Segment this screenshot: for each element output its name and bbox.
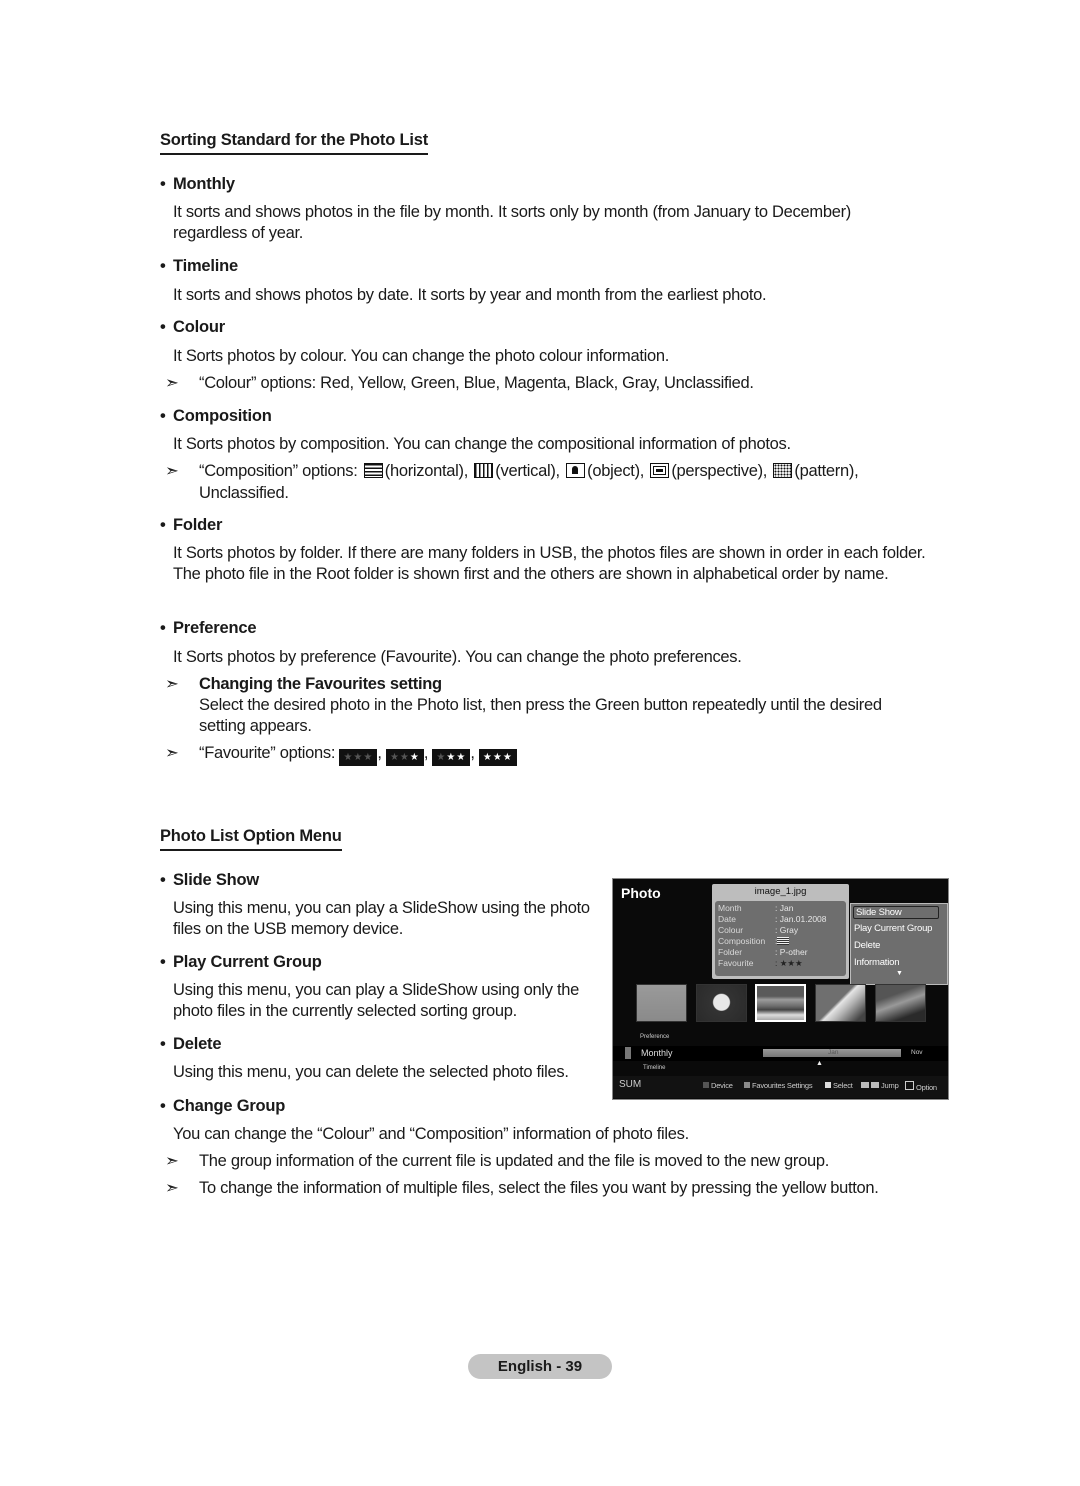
star-icon: ★ <box>492 752 503 763</box>
page-number: English - 39 <box>468 1354 612 1379</box>
bullet-play-current-group: • Play Current Group <box>160 953 322 971</box>
sort-previous[interactable]: Preference <box>640 1034 669 1040</box>
thumbnail-seascape[interactable] <box>755 984 806 1022</box>
desc-slide-show: Using this menu, you can play a SlideSho… <box>173 899 590 938</box>
info-row-colour: Colour: Gray <box>718 925 799 935</box>
bullet-monthly: • Monthly <box>160 175 235 193</box>
desc-change-group: You can change the “Colour” and “Composi… <box>173 1125 689 1143</box>
timeline-end: Nov <box>911 1049 923 1056</box>
vertical-composition-icon <box>474 463 494 478</box>
star-icon: ★ <box>436 752 447 763</box>
section-title-option-menu: Photo List Option Menu <box>160 827 342 851</box>
yellow-key-icon <box>825 1082 831 1088</box>
sort-mode-icon <box>625 1047 631 1059</box>
tv-footer: SUM Device Favourites Settings Select Ju… <box>613 1076 948 1098</box>
bullet-preference: • Preference <box>160 619 257 637</box>
desc-monthly: It sorts and shows photos in the file by… <box>173 203 851 242</box>
info-row-date: Date: Jan.01.2008 <box>718 914 827 924</box>
star-icon: ★ <box>446 752 457 763</box>
bullet-change-group: • Change Group <box>160 1097 286 1115</box>
star-icon: ★ <box>389 752 400 763</box>
star-icon: ★ <box>363 752 374 763</box>
option-information[interactable]: Information <box>854 957 900 968</box>
arrow-icon: ➣ <box>165 675 179 693</box>
info-row-month: Month: Jan <box>718 903 794 913</box>
thumbnail-sheep[interactable] <box>636 984 687 1022</box>
desc-preference: It Sorts photos by preference (Favourite… <box>173 648 742 666</box>
bullet-slide-show: • Slide Show <box>160 871 260 889</box>
thumbnail-palm-tree[interactable] <box>875 984 926 1022</box>
key-option[interactable]: Option <box>905 1081 937 1092</box>
desc-folder: It Sorts photos by folder. If there are … <box>173 544 926 583</box>
file-info-panel: image_1.jpg Month: Jan Date: Jan.01.2008… <box>712 884 849 979</box>
thumbnail-mountain[interactable] <box>815 984 866 1022</box>
arrow-icon: ➣ <box>165 374 179 392</box>
bullet-delete: • Delete <box>160 1035 222 1053</box>
desc-timeline: It sorts and shows photos by date. It so… <box>173 286 767 304</box>
file-name: image_1.jpg <box>754 886 807 897</box>
option-slide-show[interactable]: Slide Show <box>853 906 939 919</box>
tv-photo-list-screenshot: Photo image_1.jpg Month: Jan Date: Jan.0… <box>612 878 949 1100</box>
arrow-icon: ➣ <box>165 744 179 762</box>
favourite-level-3-icon: ★★★ <box>478 749 517 766</box>
star-icon: ★ <box>456 752 467 763</box>
favourite-level-0-icon: ★★★ <box>339 749 378 766</box>
option-delete[interactable]: Delete <box>854 940 880 951</box>
key-jump[interactable]: Jump <box>861 1081 899 1090</box>
sort-current[interactable]: Monthly <box>641 1048 673 1058</box>
arrow-icon: ➣ <box>165 462 179 480</box>
desc-delete: Using this menu, you can delete the sele… <box>173 1063 569 1081</box>
star-icon: ★ <box>343 752 354 763</box>
sum-label: SUM <box>619 1079 642 1090</box>
key-favourites-settings[interactable]: Favourites Settings <box>744 1081 813 1090</box>
horizontal-composition-icon <box>363 463 383 478</box>
horizontal-composition-icon <box>777 937 790 945</box>
jump-icon <box>871 1082 879 1088</box>
favourite-level-1-icon: ★★★ <box>385 749 424 766</box>
bullet-composition: • Composition <box>160 407 272 425</box>
desc-play-current-group: Using this menu, you can play a SlideSho… <box>173 981 580 1020</box>
star-icon: ★ <box>353 752 364 763</box>
desc-composition: It Sorts photos by composition. You can … <box>173 435 791 453</box>
timeline-pointer-icon: ▲ <box>816 1060 823 1067</box>
info-row-favourite: Favourite: ★★★ <box>718 958 803 968</box>
red-key-icon <box>703 1082 709 1088</box>
thumbnail-flower[interactable] <box>696 984 747 1022</box>
bullet-folder: • Folder <box>160 516 223 534</box>
option-menu: Slide Show Play Current Group Delete Inf… <box>850 903 948 985</box>
star-icon: ★ <box>409 752 420 763</box>
key-device[interactable]: Device <box>703 1081 733 1090</box>
favourite-level-2-icon: ★★★ <box>432 749 471 766</box>
arrow-icon: ➣ <box>165 1179 179 1197</box>
arrow-icon: ➣ <box>165 1152 179 1170</box>
sort-next[interactable]: Timeline <box>643 1065 665 1071</box>
section-title-sorting: Sorting Standard for the Photo List <box>160 131 428 155</box>
desc-colour: It Sorts photos by colour. You can chang… <box>173 347 670 365</box>
green-key-icon <box>744 1082 750 1088</box>
bullet-colour: • Colour <box>160 318 225 336</box>
jump-icon <box>861 1082 869 1088</box>
perspective-composition-icon <box>650 463 670 478</box>
scroll-down-icon[interactable]: ▼ <box>896 970 903 977</box>
option-play-current-group[interactable]: Play Current Group <box>854 923 932 934</box>
favourite-options-list: ★★★, ★★★, ★★★, ★★★ <box>339 744 517 766</box>
info-row-folder: Folder: P-other <box>718 947 808 957</box>
pattern-composition-icon <box>773 463 793 478</box>
option-icon <box>905 1081 914 1090</box>
star-icon: ★ <box>399 752 410 763</box>
star-icon: ★ <box>482 752 493 763</box>
object-composition-icon <box>566 463 586 478</box>
key-select[interactable]: Select <box>825 1081 853 1090</box>
info-row-composition: Composition: <box>718 936 790 946</box>
star-icon: ★ <box>502 752 513 763</box>
tv-screen-title: Photo <box>621 885 661 901</box>
bullet-timeline: • Timeline <box>160 257 239 275</box>
timeline-current: Jan <box>828 1049 839 1056</box>
